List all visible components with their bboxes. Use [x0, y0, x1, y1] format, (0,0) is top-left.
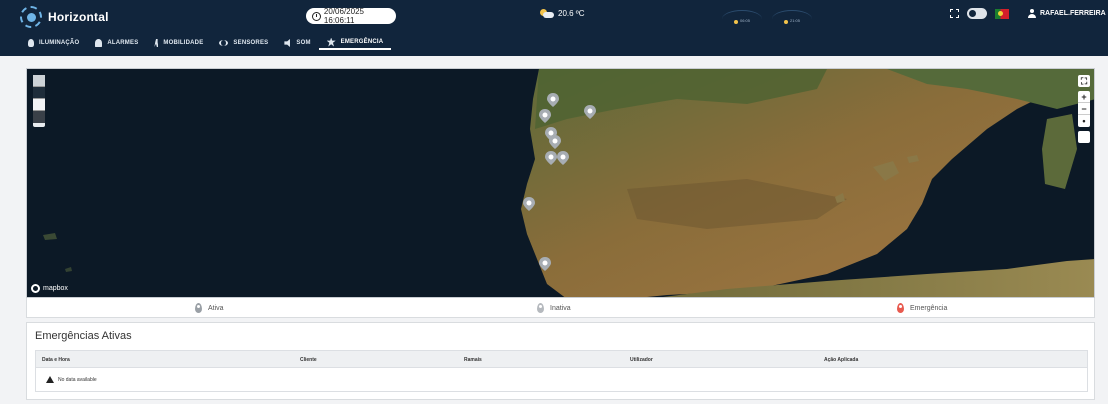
walk-icon [154, 39, 159, 47]
satellite-map[interactable] [27, 69, 1095, 298]
inactive-pin-icon [537, 303, 544, 313]
sensor-icon [219, 40, 229, 46]
nav-label: ALARMES [107, 40, 139, 46]
column-header[interactable]: Ramais [464, 357, 482, 363]
language-flag-icon[interactable] [995, 8, 1009, 19]
datetime-text: 20/06/2025 16:06:11 [323, 7, 364, 25]
nav-alarmes[interactable]: ALARMES [87, 36, 146, 50]
sound-icon [284, 39, 290, 47]
top-bar: Horizontal 20/06/2025 16:06:11 20.6 ºC 0… [0, 0, 1108, 56]
zoom-controls: + − • [1078, 91, 1090, 127]
sun-icon [734, 20, 738, 24]
partly-cloudy-icon [540, 9, 554, 18]
mapbox-icon [31, 284, 40, 293]
datetime-badge: 20/06/2025 16:06:11 [306, 7, 396, 25]
table-header: Data e Hora Cliente Ramais Utilizador Aç… [35, 350, 1088, 368]
nav-label: MOBILIDADE [163, 40, 204, 46]
sunrise-time: 06:05 [740, 18, 751, 23]
column-header[interactable]: Cliente [300, 357, 317, 363]
nav-emergencia[interactable]: EMERGÊNCIA [318, 36, 392, 50]
map-pin-active[interactable] [557, 151, 569, 165]
column-header[interactable]: Data e Hora [42, 357, 70, 363]
zoom-out-button[interactable]: − [1078, 103, 1090, 115]
column-header[interactable]: Ação Aplicada [824, 357, 858, 363]
theme-toggle[interactable] [967, 8, 987, 19]
map-pin-active[interactable] [547, 93, 559, 107]
legend-inactive-label: Inativa [550, 304, 571, 312]
style-dark-option[interactable] [33, 111, 45, 123]
map-pin-active[interactable] [523, 197, 535, 211]
app-logo[interactable]: Horizontal [20, 6, 109, 28]
nav-sensores[interactable]: SENSORES [211, 36, 276, 50]
nav-iluminacao[interactable]: ILUMINAÇÃO [20, 36, 87, 50]
legend-emergency-label: Emergência [910, 304, 948, 312]
sunset-time: 21:05 [790, 18, 801, 23]
active-emergencies-card: Emergências Ativas Data e Hora Cliente R… [26, 322, 1095, 400]
clock-icon [312, 11, 321, 21]
fullscreen-map-icon[interactable]: ⛶ [1078, 75, 1090, 87]
style-light-option[interactable] [33, 99, 45, 111]
legend-emergency: Emergência [897, 303, 947, 313]
fullscreen-icon[interactable] [950, 9, 959, 18]
emergency-icon [326, 37, 336, 47]
nav-mobilidade[interactable]: MOBILIDADE [146, 36, 211, 50]
weather-widget: 20.6 ºC [540, 9, 585, 18]
map-controls: ⛶ + − • [1078, 75, 1090, 143]
map-pin-active[interactable] [584, 105, 596, 119]
warning-icon [46, 376, 54, 383]
active-pin-icon [195, 303, 202, 313]
map-legend: Ativa Inativa Emergência [26, 298, 1095, 318]
user-menu[interactable]: RAFAEL.FERREIRA [1028, 9, 1106, 18]
legend-inactive: Inativa [537, 303, 571, 313]
nav-label: EMERGÊNCIA [340, 39, 384, 45]
sun-moon-widget: 06:05 21:05 [712, 6, 822, 28]
app-title: Horizontal [48, 10, 109, 24]
map-style-switcher[interactable] [33, 75, 45, 127]
map-pin-active[interactable] [549, 135, 561, 149]
map-pin-active[interactable] [539, 109, 551, 123]
bulb-icon [28, 39, 34, 47]
style-satellite-option[interactable] [33, 75, 45, 87]
reset-north-button[interactable]: • [1078, 115, 1090, 127]
map-pin-active[interactable] [539, 257, 551, 271]
legend-active-label: Ativa [208, 304, 224, 312]
layers-button[interactable] [1078, 131, 1090, 143]
style-streets-option[interactable] [33, 87, 45, 99]
header-tools [950, 8, 1009, 19]
map-panel[interactable]: ⛶ + − • mapbox [26, 68, 1095, 298]
column-header[interactable]: Utilizador [630, 357, 653, 363]
zoom-in-button[interactable]: + [1078, 91, 1090, 103]
user-name: RAFAEL.FERREIRA [1040, 10, 1106, 17]
nav-label: SOM [296, 40, 311, 46]
logo-icon [20, 6, 42, 28]
map-pin-active[interactable] [545, 151, 557, 165]
nav-som[interactable]: SOM [276, 36, 318, 50]
moon-icon [784, 20, 788, 24]
table-body: No data available [35, 368, 1088, 392]
emergency-pin-icon [897, 303, 904, 313]
no-data-row: No data available [46, 376, 97, 383]
temperature: 20.6 ºC [558, 9, 585, 18]
main-nav: ILUMINAÇÃO ALARMES MOBILIDADE SENSORES S… [20, 36, 392, 50]
no-data-text: No data available [58, 376, 97, 383]
legend-active: Ativa [195, 303, 224, 313]
nav-label: ILUMINAÇÃO [39, 40, 80, 46]
mapbox-attribution: mapbox [43, 285, 68, 292]
user-icon [1028, 9, 1036, 18]
mapbox-logo[interactable]: mapbox [31, 284, 68, 293]
card-title: Emergências Ativas [35, 330, 132, 342]
bell-icon [95, 39, 103, 47]
nav-label: SENSORES [233, 40, 269, 46]
